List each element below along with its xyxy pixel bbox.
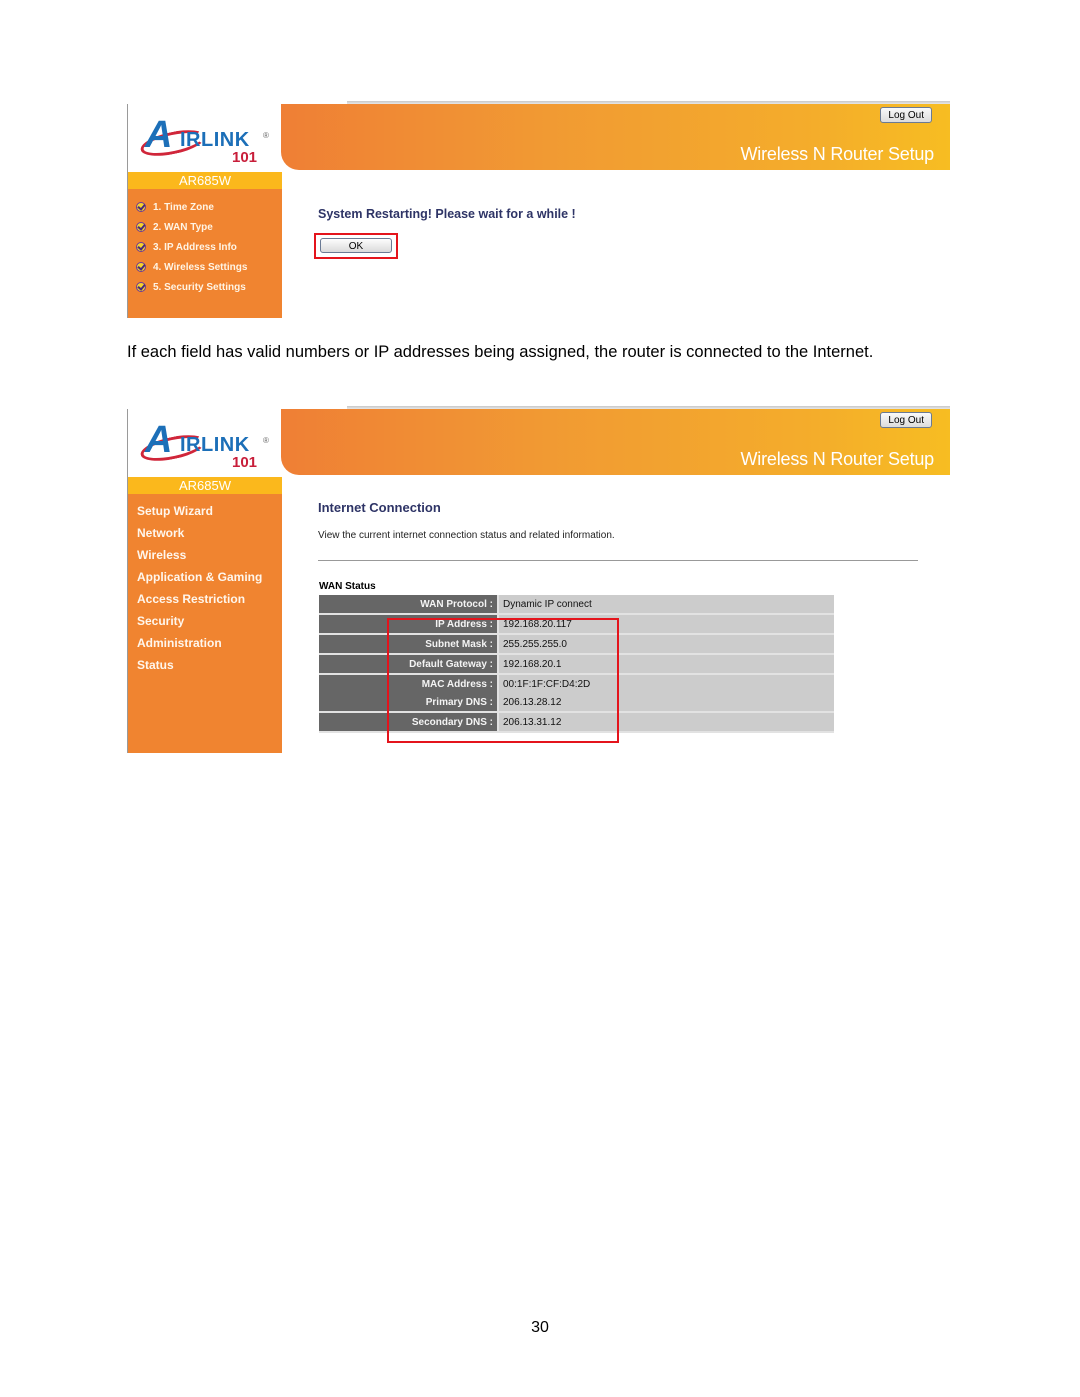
logo-number: 101 (232, 454, 258, 471)
page-number: 30 (531, 1319, 549, 1336)
wizard-step[interactable]: 4. Wireless Settings (136, 257, 247, 277)
table-row: Primary DNS :206.13.28.12 (319, 693, 834, 713)
check-icon (136, 282, 146, 292)
main-menu: Setup Wizard Network Wireless Applicatio… (137, 500, 262, 676)
row-label: WAN Protocol : (319, 595, 499, 615)
table-row: MAC Address :00:1F:1F:CF:D4:2D (319, 675, 834, 693)
row-value: 192.168.20.117 (499, 615, 834, 635)
sidebar-item-security[interactable]: Security (137, 610, 262, 632)
wan-status-table: WAN Protocol : Dynamic IP connect IP Addr… (319, 595, 834, 733)
left-column: A IRLINK ® 101 AR685W 1. Time Zone 2. WA… (127, 104, 282, 318)
logo-number: 101 (232, 149, 258, 166)
banner-title: Wireless N Router Setup (740, 449, 935, 469)
table-row: Default Gateway :192.168.20.1 (319, 655, 834, 675)
check-icon (136, 262, 146, 272)
model-label: AR685W (128, 477, 282, 494)
section-title: Internet Connection (318, 500, 441, 515)
table-row: IP Address :192.168.20.117 (319, 615, 834, 635)
header-banner: Log Out Wireless N Router Setup (281, 104, 950, 170)
check-icon (136, 222, 146, 232)
logo-area: A IRLINK ® 101 (128, 104, 282, 172)
row-value: 206.13.31.12 (499, 713, 834, 733)
wizard-step[interactable]: 2. WAN Type (136, 217, 247, 237)
sidebar-item-setup-wizard[interactable]: Setup Wizard (137, 500, 262, 522)
table-row: WAN Protocol : Dynamic IP connect (319, 595, 834, 615)
logo-letter-a: A (145, 114, 173, 156)
wizard-step-label: 4. Wireless Settings (153, 261, 248, 273)
airlink-logo: A IRLINK ® 101 (138, 112, 270, 170)
logo-registered: ® (263, 131, 269, 140)
airlink-logo: A IRLINK ® 101 (138, 417, 270, 475)
row-label: Subnet Mask : (319, 635, 499, 655)
table-row: Subnet Mask :255.255.255.0 (319, 635, 834, 655)
router-screenshot-restarting: A IRLINK ® 101 AR685W 1. Time Zone 2. WA… (127, 101, 950, 318)
row-label: IP Address : (319, 615, 499, 635)
wan-status-title: WAN Status (319, 581, 376, 592)
sidebar-item-application-gaming[interactable]: Application & Gaming (137, 566, 262, 588)
ok-button[interactable]: OK (320, 238, 392, 253)
logo-registered: ® (263, 436, 269, 445)
header-banner: Log Out Wireless N Router Setup (281, 409, 950, 475)
table-row: Secondary DNS :206.13.31.12 (319, 713, 834, 733)
model-label: AR685W (128, 172, 282, 189)
row-label: Primary DNS : (319, 693, 499, 713)
sidebar-item-wireless[interactable]: Wireless (137, 544, 262, 566)
wizard-step-label: 2. WAN Type (153, 221, 213, 233)
wizard-step-label: 5. Security Settings (153, 281, 246, 293)
row-value: Dynamic IP connect (499, 595, 834, 615)
left-column: A IRLINK ® 101 AR685W Setup Wizard Netwo… (127, 409, 282, 753)
main-sidebar: Setup Wizard Network Wireless Applicatio… (128, 494, 282, 753)
sidebar-item-network[interactable]: Network (137, 522, 262, 544)
wizard-step[interactable]: 3. IP Address Info (136, 237, 247, 257)
wizard-step-label: 1. Time Zone (153, 201, 214, 213)
row-value: 192.168.20.1 (499, 655, 834, 675)
router-screenshot-internet-connection: A IRLINK ® 101 AR685W Setup Wizard Netwo… (127, 406, 950, 753)
row-label: Default Gateway : (319, 655, 499, 675)
check-icon (136, 242, 146, 252)
sidebar-item-status[interactable]: Status (137, 654, 262, 676)
wizard-step[interactable]: 1. Time Zone (136, 197, 247, 217)
row-value: 255.255.255.0 (499, 635, 834, 655)
logo-area: A IRLINK ® 101 (128, 409, 282, 477)
divider (318, 560, 918, 561)
row-value: 00:1F:1F:CF:D4:2D (499, 675, 834, 693)
sidebar-item-access-restriction[interactable]: Access Restriction (137, 588, 262, 610)
wizard-step[interactable]: 5. Security Settings (136, 277, 247, 297)
wizard-steps: 1. Time Zone 2. WAN Type 3. IP Address I… (136, 197, 247, 297)
logo-letter-a: A (145, 419, 173, 461)
wizard-sidebar: 1. Time Zone 2. WAN Type 3. IP Address I… (128, 189, 282, 318)
wizard-step-label: 3. IP Address Info (153, 241, 237, 253)
sidebar-item-administration[interactable]: Administration (137, 632, 262, 654)
restart-message: System Restarting! Please wait for a whi… (318, 207, 576, 221)
banner-title: Wireless N Router Setup (740, 144, 935, 164)
instruction-paragraph: If each field has valid numbers or IP ad… (127, 343, 874, 361)
row-label: Secondary DNS : (319, 713, 499, 733)
row-value: 206.13.28.12 (499, 693, 834, 713)
logout-button[interactable]: Log Out (880, 412, 932, 428)
ok-highlight-box: OK (314, 233, 398, 259)
check-icon (136, 202, 146, 212)
logout-button[interactable]: Log Out (880, 107, 932, 123)
row-label: MAC Address : (319, 675, 499, 693)
section-description: View the current internet connection sta… (318, 530, 615, 541)
